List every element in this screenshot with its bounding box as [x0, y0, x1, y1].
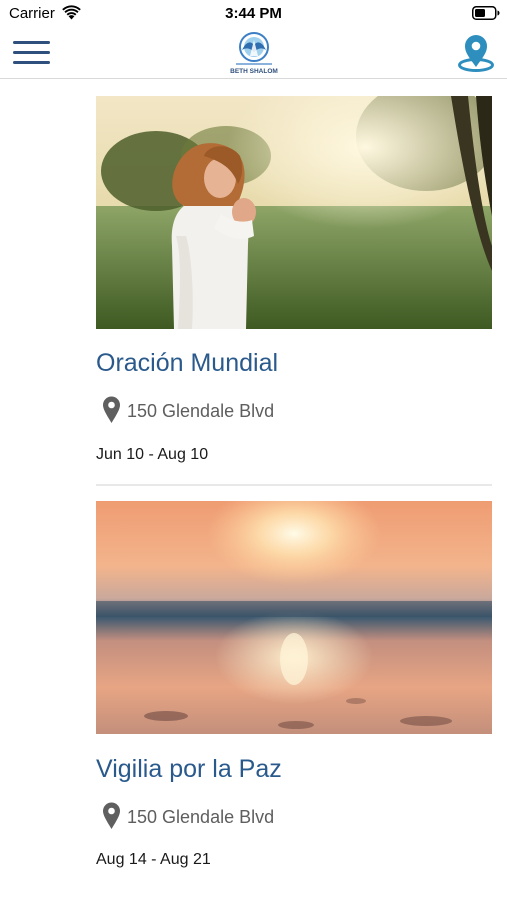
- event-title[interactable]: Vigilia por la Paz: [96, 755, 282, 784]
- status-bar: Carrier 3:44 PM: [0, 0, 507, 28]
- event-image-prayer[interactable]: [96, 96, 492, 329]
- event-title[interactable]: Oración Mundial: [96, 349, 278, 378]
- event-dates: Jun 10 - Aug 10: [96, 446, 209, 463]
- event-dates: Aug 14 - Aug 21: [96, 851, 211, 868]
- event-photo: [96, 501, 492, 734]
- hamburger-menu-icon-bar: [13, 61, 50, 64]
- card-divider: [96, 484, 492, 486]
- header: BETH SHALOM: [0, 28, 507, 79]
- status-time: 3:44 PM: [225, 5, 282, 22]
- hamburger-menu-icon-bar: [13, 51, 50, 54]
- location-button[interactable]: [456, 34, 496, 72]
- location-pin-icon: [103, 802, 120, 829]
- event-photo: [96, 96, 492, 329]
- location-pin-icon: [103, 396, 120, 423]
- hamburger-menu-icon: [13, 41, 50, 44]
- menu-button[interactable]: [13, 40, 51, 66]
- battery-icon: [472, 6, 500, 20]
- event-address: 150 Glendale Blvd: [127, 807, 275, 827]
- church-logo[interactable]: BETH SHALOM: [228, 30, 280, 76]
- event-address: 150 Glendale Blvd: [127, 401, 275, 421]
- logo-text: BETH SHALOM: [230, 68, 278, 75]
- event-image-sunset[interactable]: [96, 501, 492, 734]
